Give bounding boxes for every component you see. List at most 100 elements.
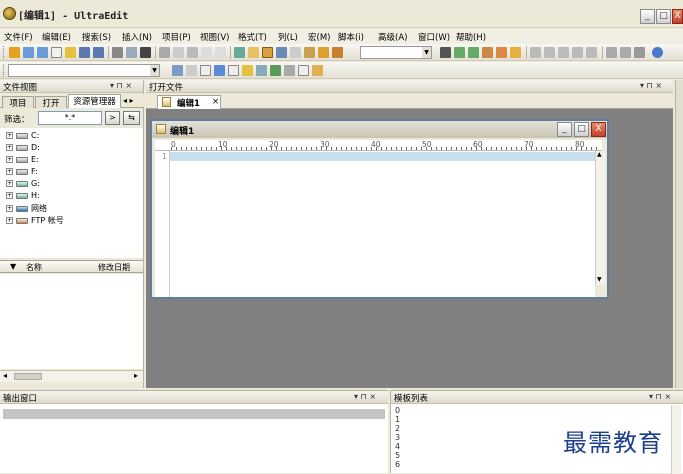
tree-item-d[interactable]: + D: [6, 143, 40, 154]
tag-icon[interactable] [290, 47, 301, 58]
browser-icon[interactable] [304, 47, 315, 58]
open-folder-icon[interactable] [65, 47, 76, 58]
template-pin-controls[interactable]: ▾ ⊓ × [649, 392, 671, 401]
menu-script[interactable]: 脚本(i) [338, 31, 364, 43]
link-tool-icon[interactable] [270, 65, 281, 76]
template-item[interactable]: 6 [395, 460, 400, 469]
filter-browse-button[interactable]: ⇆ [123, 111, 140, 125]
highlight-tool-icon[interactable] [242, 65, 253, 76]
copy-icon[interactable] [173, 47, 184, 58]
tab-open[interactable]: 打开 [35, 96, 67, 109]
editor-maximize-button[interactable]: □ [574, 122, 589, 137]
forward-icon[interactable] [37, 47, 48, 58]
menu-insert[interactable]: 插入(N) [122, 31, 152, 43]
tree-item-c[interactable]: + C: [6, 131, 39, 142]
tile-vertical-icon[interactable] [544, 47, 555, 58]
scroll-down-icon[interactable]: ▼ [597, 276, 602, 283]
scroll-right-icon[interactable]: ▸ [134, 371, 138, 380]
find-next-icon[interactable] [454, 47, 465, 58]
ftp-icon[interactable] [276, 47, 287, 58]
filter-apply-button[interactable]: > [105, 111, 120, 125]
menu-help[interactable]: 帮助(H) [456, 31, 486, 43]
cut-icon[interactable] [159, 47, 170, 58]
template-item[interactable]: 3 [395, 433, 400, 442]
tree-item-network[interactable]: + 网络 [6, 203, 47, 214]
print-icon[interactable] [112, 47, 123, 58]
output-pin-controls[interactable]: ▾ ⊓ × [354, 392, 376, 401]
document-tool-icon[interactable] [200, 65, 211, 76]
template-item[interactable]: 2 [395, 424, 400, 433]
new-document-icon[interactable] [51, 47, 62, 58]
arrange-icon[interactable] [572, 47, 583, 58]
close-button[interactable]: X [672, 9, 683, 24]
hex-mode-icon[interactable] [248, 47, 259, 58]
ultraedit-logo-icon[interactable] [3, 7, 16, 20]
print-preview-icon[interactable] [126, 47, 137, 58]
menu-file[interactable]: 文件(F) [4, 31, 33, 43]
tab-close-icon[interactable]: × [212, 97, 219, 107]
editor-vertical-scrollbar[interactable]: ▲ ▼ [595, 151, 605, 285]
file-list-scrollbar[interactable]: ◂ ▸ [0, 370, 143, 382]
editor-text-area[interactable] [170, 151, 595, 297]
template-tool-icon[interactable] [312, 65, 323, 76]
tab-edit1[interactable]: 编辑1 × [157, 95, 221, 109]
format-tool-icon[interactable] [186, 65, 197, 76]
comment-tool-icon[interactable] [298, 65, 309, 76]
template-item[interactable]: 1 [395, 415, 400, 424]
menu-view[interactable]: 视图(V) [200, 31, 229, 43]
menu-format[interactable]: 格式(T) [238, 31, 267, 43]
maximize-button[interactable]: □ [656, 9, 671, 24]
tree-item-h[interactable]: + H: [6, 191, 40, 202]
function-list-combo[interactable]: ▼ [8, 64, 160, 77]
menu-edit[interactable]: 编辑(E) [42, 31, 71, 43]
column-name[interactable]: 名称 [26, 262, 42, 273]
sort-arrow-icon[interactable]: ▼ [10, 262, 16, 271]
template-item[interactable]: 5 [395, 451, 400, 460]
find-prev-icon[interactable] [468, 47, 479, 58]
tab-explorer[interactable]: 资源管理器 [68, 94, 121, 108]
save-all-icon[interactable] [93, 47, 104, 58]
menu-column[interactable]: 列(L) [278, 31, 298, 43]
tab-project[interactable]: 项目 [2, 96, 34, 109]
back-icon[interactable] [23, 47, 34, 58]
replace-in-files-icon[interactable] [510, 47, 521, 58]
save-icon[interactable] [79, 47, 90, 58]
minimize-button[interactable]: _ [640, 9, 655, 24]
word-wrap-icon[interactable] [262, 47, 273, 58]
editor-close-button[interactable]: X [591, 122, 606, 137]
menu-advanced[interactable]: 高级(A) [378, 31, 407, 43]
tree-item-g[interactable]: + G: [6, 179, 40, 190]
tree-item-ftp[interactable]: + FTP 帐号 [6, 215, 64, 226]
split-window-icon[interactable] [606, 47, 617, 58]
template-scrollbar[interactable] [671, 405, 681, 474]
cascade-icon[interactable] [558, 47, 569, 58]
tab-scroll-arrows[interactable]: ◂ ▸ [123, 96, 134, 105]
column-modified-date[interactable]: 修改日期 [98, 262, 130, 273]
find-icon[interactable] [440, 47, 451, 58]
template-item[interactable]: 4 [395, 442, 400, 451]
image-tool-icon[interactable] [256, 65, 267, 76]
menu-project[interactable]: 项目(P) [162, 31, 191, 43]
filter-input[interactable]: *.* [38, 111, 102, 125]
scroll-thumb[interactable] [14, 373, 42, 380]
find-in-files-icon[interactable] [496, 47, 507, 58]
search-combo[interactable]: ▼ [360, 46, 432, 59]
menu-macro[interactable]: 宏(M) [308, 31, 330, 43]
output-window-icon[interactable] [620, 47, 631, 58]
template-item[interactable]: 0 [395, 406, 400, 415]
scroll-up-icon[interactable]: ▲ [597, 151, 602, 158]
tile-horizontal-icon[interactable] [530, 47, 541, 58]
file-view-icon[interactable] [634, 47, 645, 58]
font-icon[interactable] [140, 47, 151, 58]
open-files-pin-controls[interactable]: ▾ ⊓ × [640, 81, 662, 90]
editor-minimize-button[interactable]: _ [557, 122, 572, 137]
file-view-pin-controls[interactable]: ▾ ⊓ × [110, 81, 132, 90]
scroll-left-icon[interactable]: ◂ [3, 371, 7, 380]
bookmark-icon[interactable] [318, 47, 329, 58]
undo-icon[interactable] [201, 47, 212, 58]
table-tool-icon[interactable] [214, 65, 225, 76]
html-tool-icon[interactable] [172, 65, 183, 76]
column-mode-icon[interactable] [234, 47, 245, 58]
menu-search[interactable]: 搜索(S) [82, 31, 111, 43]
help-icon[interactable] [652, 47, 663, 58]
